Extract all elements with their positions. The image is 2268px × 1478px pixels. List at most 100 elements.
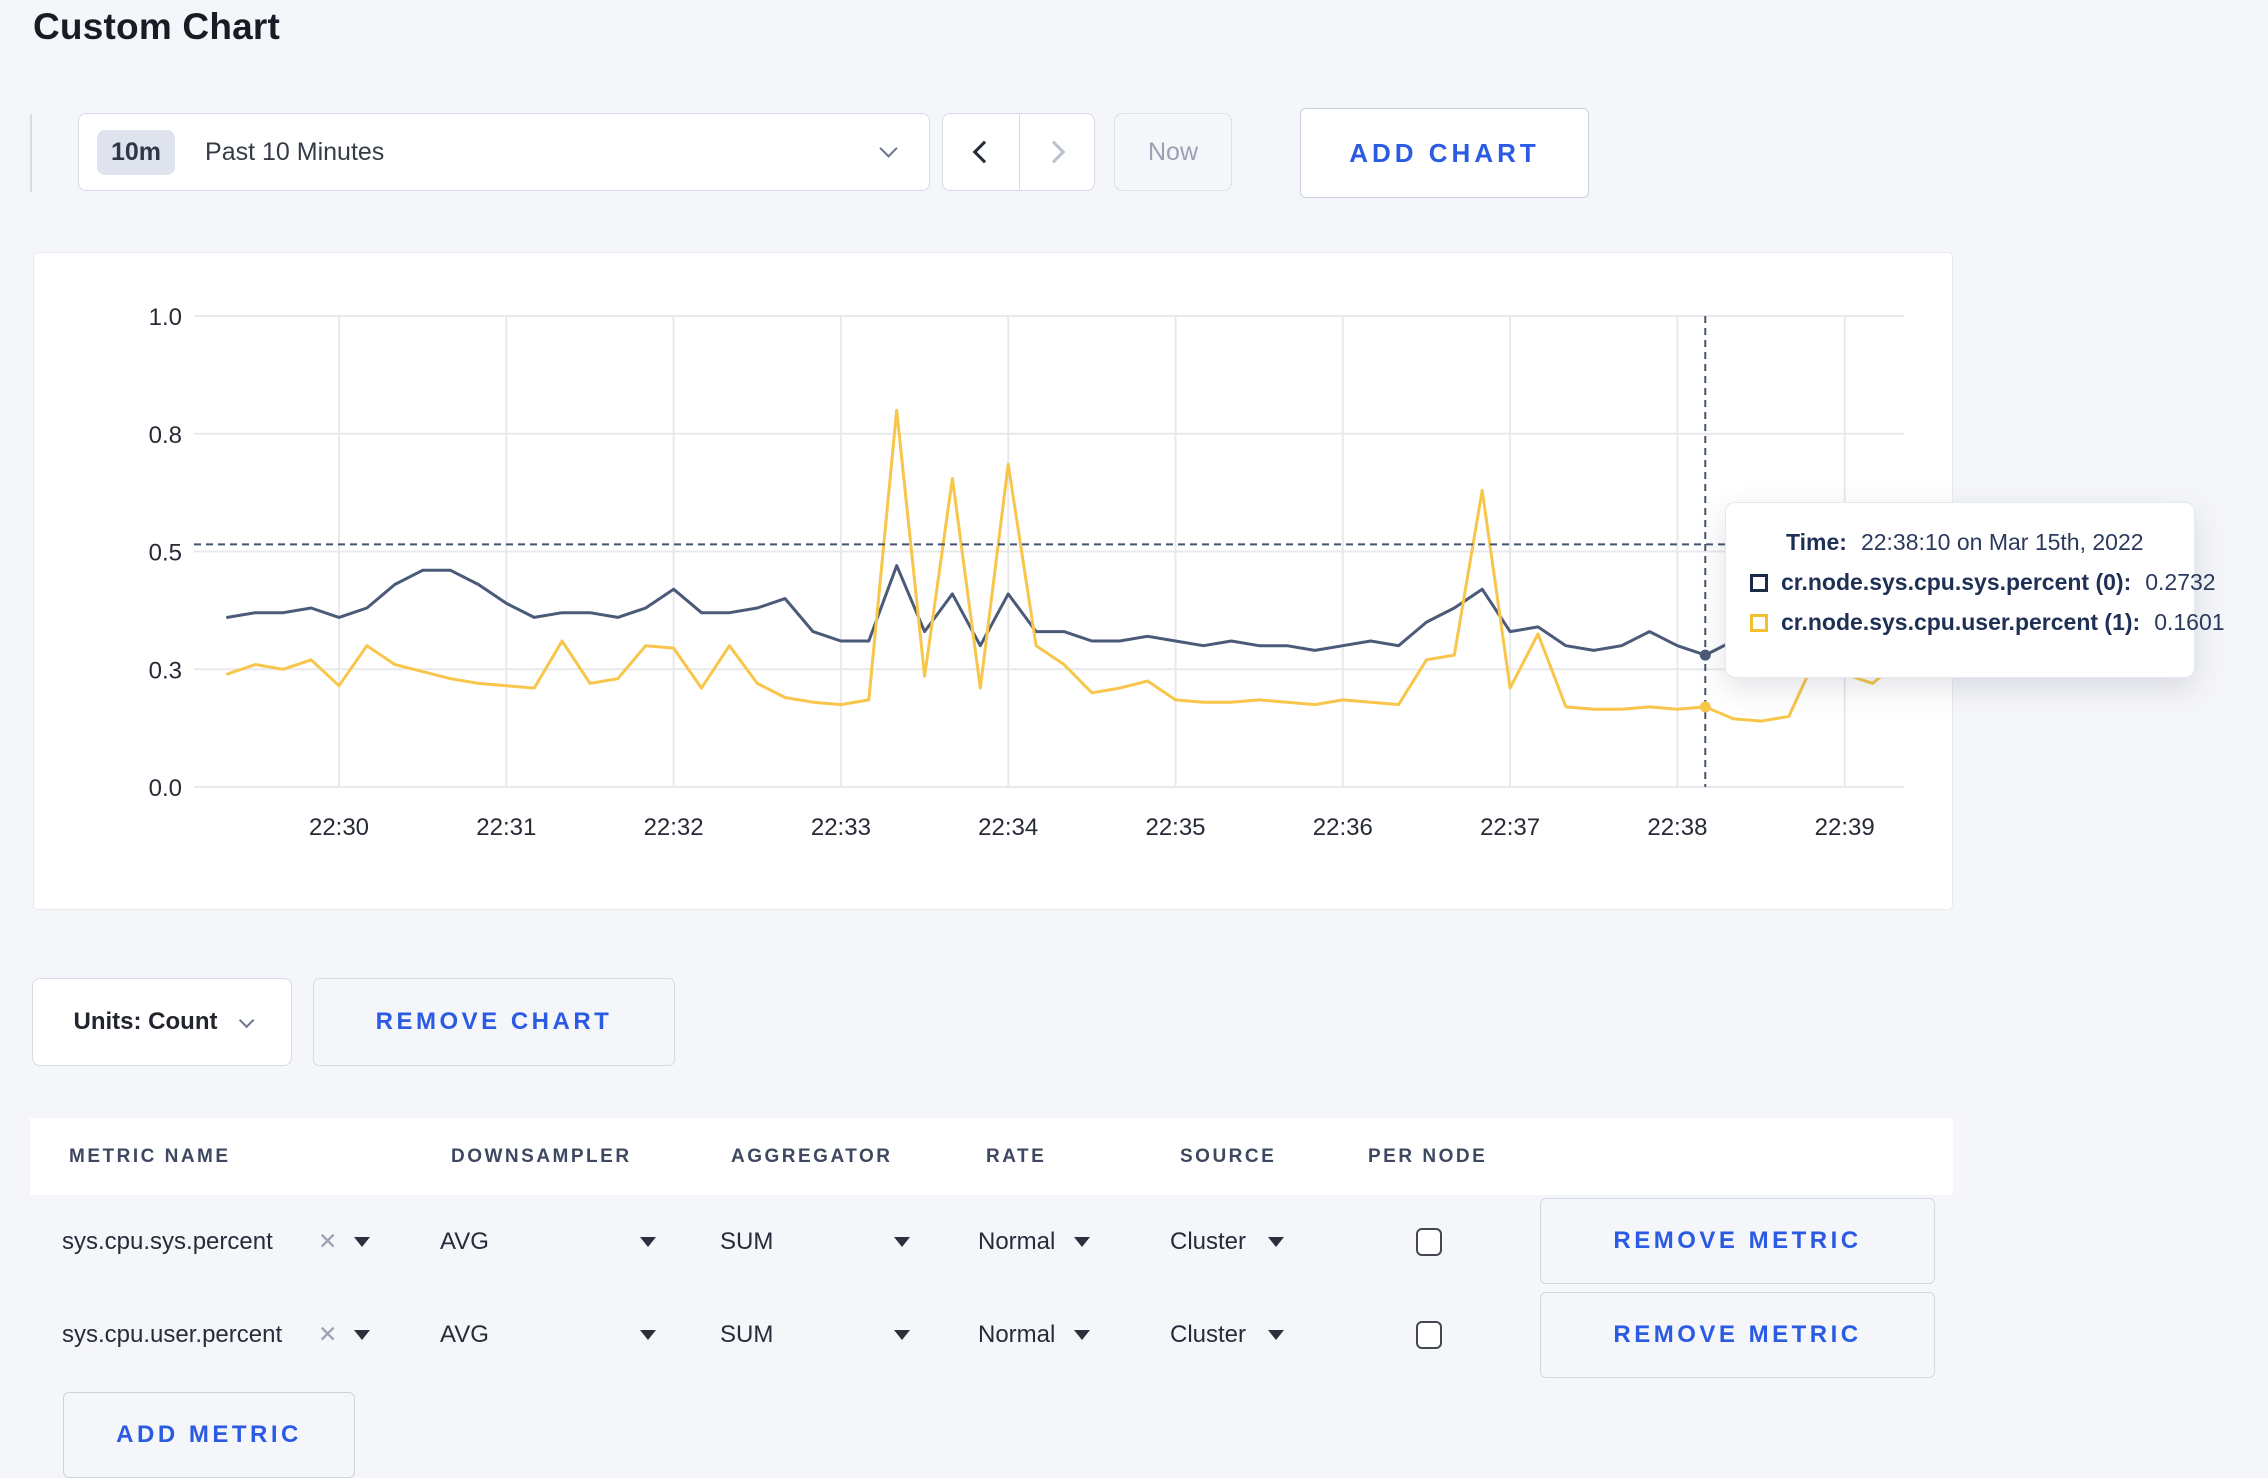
rate-value: Normal <box>978 1227 1056 1255</box>
time-range-badge: 10m <box>97 129 176 175</box>
remove-metric-button[interactable]: REMOVE METRIC <box>1540 1198 1935 1284</box>
tooltip-sys-series-row: cr.node.sys.cpu.sys.percent (0): 0.2732 <box>1750 569 2216 596</box>
clear-metric-icon[interactable]: ✕ <box>318 1228 337 1255</box>
x-axis-tick-label: 22:38 <box>1647 814 1707 841</box>
time-nav-group <box>942 113 1095 191</box>
units-select[interactable]: Units: Count <box>32 978 292 1066</box>
y-axis-tick-label: 0.5 <box>149 540 182 567</box>
caret-down-icon[interactable] <box>640 1236 656 1247</box>
chart-canvas[interactable]: 0.0 0.3 0.5 0.8 1.0 22:30 22:31 22:32 22:33 22:34… <box>34 253 1954 911</box>
source-caret-cell <box>1268 1288 1284 1381</box>
y-axis-tick-label: 0.8 <box>149 422 182 449</box>
add-chart-button[interactable]: ADD CHART <box>1300 108 1589 198</box>
source-value: Cluster <box>1170 1320 1247 1348</box>
per-node-checkbox[interactable] <box>1416 1320 1442 1349</box>
x-axis-tick-label: 22:39 <box>1815 814 1875 841</box>
caret-down-icon[interactable] <box>894 1236 910 1247</box>
per-node-cell <box>1416 1195 1442 1288</box>
tooltip-sys-series-label: cr.node.sys.cpu.sys.percent (0): <box>1781 569 2132 595</box>
downsampler-caret-cell <box>640 1195 656 1288</box>
downsampler-value: AVG <box>440 1227 489 1255</box>
downsampler-value: AVG <box>440 1320 489 1348</box>
metric-clear-cell: ✕ <box>318 1195 337 1288</box>
downsampler-cell[interactable]: AVG <box>440 1288 489 1381</box>
header-per-node: PER NODE <box>1368 1145 1488 1167</box>
downsampler-cell[interactable]: AVG <box>440 1195 489 1288</box>
chevron-left-icon <box>972 140 996 164</box>
x-axis-tick-label: 22:34 <box>978 814 1038 841</box>
header-source: SOURCE <box>1180 1145 1277 1167</box>
caret-down-icon[interactable] <box>894 1329 910 1340</box>
time-range-select[interactable]: 10m Past 10 Minutes <box>78 113 930 191</box>
metric-caret-cell <box>354 1195 370 1288</box>
caret-down-icon[interactable] <box>1074 1329 1090 1340</box>
chart-tooltip: Time: 22:38:10 on Mar 15th, 2022 cr.node… <box>1725 502 2225 678</box>
caret-down-icon[interactable] <box>1074 1236 1090 1247</box>
tooltip-time-value: 22:38:10 on Mar 15th, 2022 <box>1860 529 2144 555</box>
header-downsampler: DOWNSAMPLER <box>451 1145 632 1167</box>
aggregator-value: SUM <box>720 1227 774 1255</box>
tooltip-user-series-value: 0.1601 <box>2154 609 2225 635</box>
tooltip-user-series-row: cr.node.sys.cpu.user.percent (1): 0.1601 <box>1750 609 2225 636</box>
units-label: Units: Count <box>73 1008 218 1035</box>
caret-down-icon[interactable] <box>1268 1329 1284 1340</box>
user-series-swatch-icon <box>1750 613 1768 632</box>
aggregator-caret-cell <box>894 1195 910 1288</box>
chart-card: 0.0 0.3 0.5 0.8 1.0 22:30 22:31 22:32 22:33 22:34… <box>33 252 1953 910</box>
tooltip-time-row: Time: 22:38:10 on Mar 15th, 2022 <box>1786 529 2170 556</box>
metric-caret-cell <box>354 1288 370 1381</box>
source-caret-cell <box>1268 1195 1284 1288</box>
rate-cell[interactable]: Normal <box>978 1288 1055 1381</box>
remove-metric-button[interactable]: REMOVE METRIC <box>1540 1292 1935 1378</box>
metric-clear-cell: ✕ <box>318 1288 337 1381</box>
per-node-cell <box>1416 1288 1442 1381</box>
header-aggregator: AGGREGATOR <box>731 1145 893 1167</box>
tooltip-user-series-label: cr.node.sys.cpu.user.percent (1): <box>1781 609 2141 635</box>
x-axis-tick-label: 22:35 <box>1145 814 1205 841</box>
y-axis-tick-label: 1.0 <box>149 304 182 331</box>
x-axis-tick-label: 22:31 <box>476 814 536 841</box>
x-axis-tick-label: 22:33 <box>811 814 871 841</box>
metric-name: sys.cpu.sys.percent <box>62 1227 273 1255</box>
clear-metric-icon[interactable]: ✕ <box>318 1321 337 1348</box>
caret-down-icon[interactable] <box>354 1329 370 1340</box>
metric-name-cell: sys.cpu.user.percent <box>62 1288 282 1381</box>
sys-percent-line <box>226 564 1902 657</box>
downsampler-caret-cell <box>640 1288 656 1381</box>
caret-down-icon[interactable] <box>354 1236 370 1247</box>
user-percent-line <box>226 408 1902 723</box>
x-axis-tick-label: 22:36 <box>1313 814 1373 841</box>
aggregator-cell[interactable]: SUM <box>720 1195 773 1288</box>
user-series-hover-dot <box>1699 701 1711 713</box>
aggregator-caret-cell <box>894 1288 910 1381</box>
sys-series-swatch-icon <box>1750 573 1768 592</box>
metrics-table-header: METRIC NAME DOWNSAMPLER AGGREGATOR RATE … <box>30 1118 1953 1195</box>
caret-down-icon[interactable] <box>1268 1236 1284 1247</box>
rate-caret-cell <box>1074 1195 1090 1288</box>
add-metric-button[interactable]: ADD METRIC <box>63 1392 355 1478</box>
remove-chart-button[interactable]: REMOVE CHART <box>313 978 675 1066</box>
chevron-right-icon <box>1042 140 1066 164</box>
y-axis-tick-label: 0.0 <box>149 775 182 802</box>
caret-down-icon[interactable] <box>640 1329 656 1340</box>
table-row: sys.cpu.sys.percent ✕ AVG SUM Normal Clu… <box>30 1195 1953 1288</box>
sys-series-hover-dot <box>1699 649 1711 661</box>
time-prev-button[interactable] <box>942 113 1019 191</box>
tooltip-sys-series-value: 0.2732 <box>2145 569 2216 595</box>
rate-cell[interactable]: Normal <box>978 1195 1055 1288</box>
aggregator-cell[interactable]: SUM <box>720 1288 773 1381</box>
source-cell[interactable]: Cluster <box>1170 1288 1246 1381</box>
per-node-checkbox[interactable] <box>1416 1227 1442 1256</box>
x-axis-tick-label: 22:37 <box>1480 814 1540 841</box>
toolbar-divider <box>30 114 32 192</box>
metric-name: sys.cpu.user.percent <box>62 1320 283 1348</box>
chevron-down-icon <box>239 1012 255 1028</box>
header-rate: RATE <box>986 1145 1047 1167</box>
now-button[interactable]: Now <box>1114 113 1232 191</box>
tooltip-time-label: Time: <box>1786 529 1847 555</box>
chevron-down-icon <box>879 139 898 158</box>
rate-caret-cell <box>1074 1288 1090 1381</box>
time-next-button[interactable] <box>1018 113 1095 191</box>
y-axis-tick-label: 0.3 <box>149 657 182 684</box>
source-cell[interactable]: Cluster <box>1170 1195 1246 1288</box>
